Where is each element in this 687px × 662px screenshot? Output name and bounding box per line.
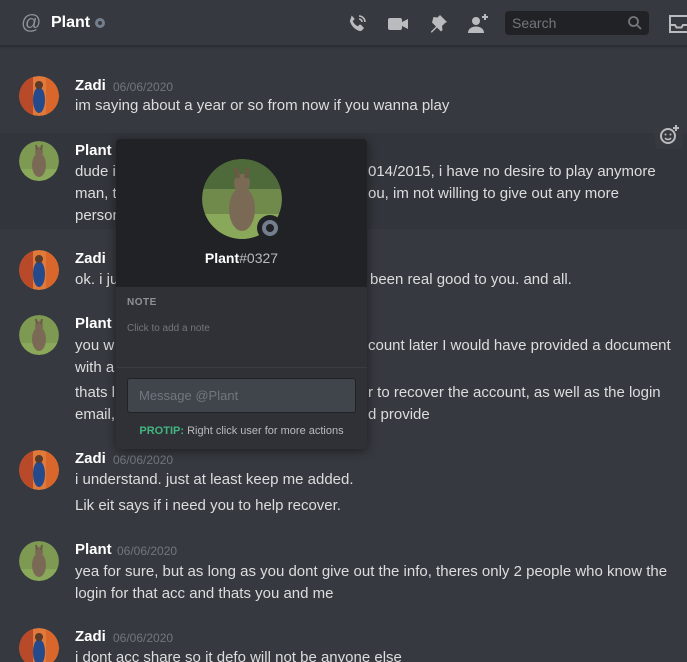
message-user-placeholder: Message @Plant <box>139 388 239 403</box>
message-author[interactable]: Plant <box>75 142 112 160</box>
message-user-input[interactable]: Message @Plant <box>127 378 356 413</box>
message-text: thats l <box>75 384 116 401</box>
protip-label: PROTIP: <box>139 425 185 437</box>
message: Plant 06/06/2020 yea for sure, but as lo… <box>0 533 687 605</box>
status-offline-icon <box>95 18 105 28</box>
avatar-plant[interactable] <box>19 541 59 581</box>
message-text: r to recover the account, as well as the… <box>368 384 661 401</box>
add-reaction-icon[interactable] <box>655 121 683 149</box>
divider <box>116 367 367 368</box>
popout-discriminator: #0327 <box>239 250 279 266</box>
channel-name[interactable]: Plant <box>51 14 90 32</box>
message-text: been real good to you. and all. <box>370 271 572 288</box>
voice-call-icon[interactable] <box>345 12 369 36</box>
message-text: i understand. just at least keep me adde… <box>75 471 354 488</box>
popout-header: Plant#0327 <box>116 139 367 287</box>
message-text: man, t <box>75 185 117 202</box>
message-text: im saying about a year or so from now if… <box>75 97 450 114</box>
avatar-zadi[interactable] <box>19 628 59 662</box>
search-icon <box>628 16 642 30</box>
avatar-plant[interactable] <box>19 315 59 355</box>
message-author[interactable]: Zadi <box>75 450 106 468</box>
message-timestamp: 06/06/2020 <box>113 631 174 645</box>
message-text: i dont acc share so it defo will not be … <box>75 649 402 662</box>
message-author[interactable]: Zadi <box>75 250 106 268</box>
message-timestamp: 06/06/2020 <box>113 453 174 467</box>
user-popout: Plant#0327 NOTE Click to add a note Mess… <box>116 139 367 449</box>
message-text: 014/2015, i have no desire to play anymo… <box>368 163 656 180</box>
message-text: email, <box>75 406 116 423</box>
message-author[interactable]: Zadi <box>75 77 106 95</box>
pin-icon[interactable] <box>426 12 450 36</box>
note-input[interactable]: Click to add a note <box>127 323 210 334</box>
video-call-icon[interactable] <box>386 12 410 36</box>
message-text: count later I would have provided a docu… <box>368 337 671 354</box>
popout-status-badge <box>257 215 283 241</box>
add-friend-icon[interactable] <box>466 12 490 36</box>
protip: PROTIP: Right click user for more action… <box>116 424 367 438</box>
channel-header: @ Plant Search <box>0 0 687 46</box>
avatar-plant[interactable] <box>19 141 59 181</box>
protip-text: Right click user for more actions <box>187 425 344 437</box>
message-author[interactable]: Plant <box>75 315 112 333</box>
message: Zadi 06/06/2020 i dont acc share so it d… <box>0 620 687 662</box>
message-text: you w <box>75 337 115 354</box>
message: Zadi 06/06/2020 im saying about a year o… <box>0 68 687 128</box>
avatar-zadi[interactable] <box>19 250 59 290</box>
message-text: ok. i ju <box>75 271 119 288</box>
message-text: Lik eit says if i need you to help recov… <box>75 497 341 514</box>
status-offline-icon <box>262 220 278 236</box>
message: Zadi 06/06/2020 i understand. just at le… <box>0 442 687 522</box>
avatar-zadi[interactable] <box>19 450 59 490</box>
inbox-icon[interactable] <box>667 12 687 36</box>
popout-username-name: Plant <box>204 250 240 266</box>
message-text: d provide <box>368 406 430 423</box>
message-timestamp: 06/06/2020 <box>113 80 174 94</box>
search-input[interactable]: Search <box>505 11 649 35</box>
at-icon: @ <box>21 12 42 34</box>
message-text: ou, im not willing to give out any more <box>368 185 619 202</box>
avatar-zadi[interactable] <box>19 76 59 116</box>
message-text: yea for sure, but as long as you dont gi… <box>75 563 668 580</box>
message-timestamp: 06/06/2020 <box>117 544 178 558</box>
search-placeholder: Search <box>512 15 557 31</box>
note-title: NOTE <box>127 297 157 308</box>
message-author[interactable]: Plant <box>75 541 112 559</box>
message-text: person <box>75 207 121 224</box>
message-text: dude i <box>75 163 116 180</box>
popout-username[interactable]: Plant#0327 <box>116 249 367 267</box>
message-author[interactable]: Zadi <box>75 628 106 646</box>
message-text: login for that acc and thats you and me <box>75 585 334 602</box>
message-text: with a <box>75 359 115 376</box>
